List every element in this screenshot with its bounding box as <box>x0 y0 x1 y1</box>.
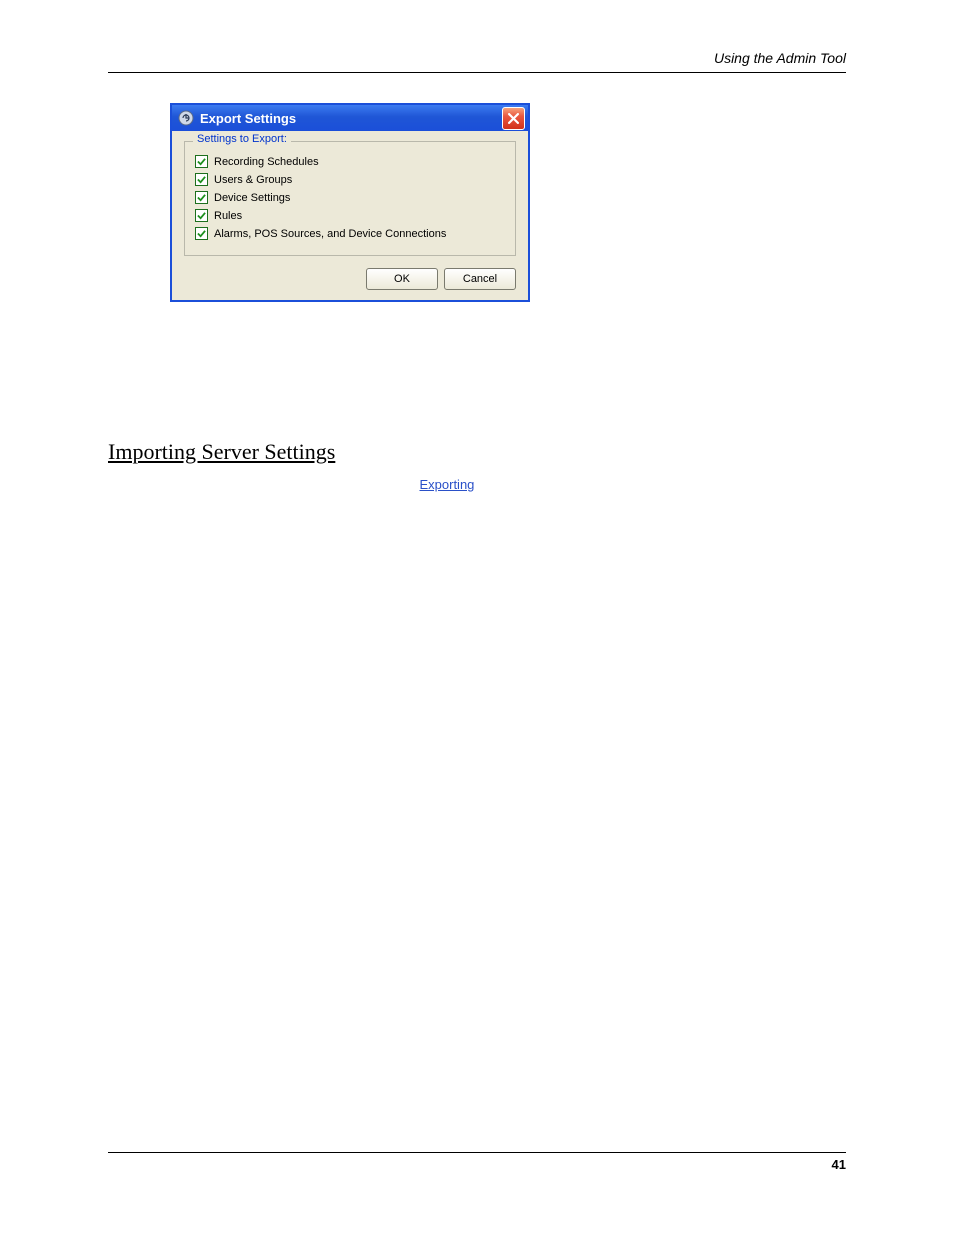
settings-to-export-group: Settings to Export: Recording Schedules … <box>184 141 516 256</box>
import-steps: 1. In the Server Management Setup, selec… <box>108 577 846 661</box>
page-number: 41 <box>108 1157 846 1172</box>
dialog-titlebar: Export Settings <box>172 105 528 131</box>
post-figure-steps: 3. Select the settings you want to expor… <box>108 350 846 399</box>
intro-text-before: Import and use settings that have been e… <box>108 477 419 492</box>
group-legend: Settings to Export: <box>193 133 291 145</box>
checkbox-label: Rules <box>214 210 242 222</box>
ok-button[interactable]: OK <box>366 268 438 290</box>
checkbox-label: Users & Groups <box>214 174 292 186</box>
checkbox-row-device-settings[interactable]: Device Settings <box>195 191 505 204</box>
dialog-button-row: OK Cancel <box>172 262 528 300</box>
section-note: Note: The .avs file must only contain se… <box>108 526 846 565</box>
step-3: 3. Select the settings you want to expor… <box>108 350 846 370</box>
header-section-title: Using the Admin Tool <box>108 50 846 66</box>
step-4: 4. In the Save As dialog box, name and s… <box>108 380 846 400</box>
checkbox-row-rules[interactable]: Rules <box>195 209 505 222</box>
import-step-2: 2. Select Import Settings. <box>108 600 846 615</box>
checkbox-icon <box>195 155 208 168</box>
figure-caption: Figure 25: Export Server Settings <box>170 310 526 326</box>
checkbox-icon <box>195 173 208 186</box>
checkbox-row-alarms-pos-devices[interactable]: Alarms, POS Sources, and Device Connecti… <box>195 227 505 240</box>
import-step-4: 4. Select the settings you want to impor… <box>108 646 846 661</box>
section-intro: Import and use settings that have been e… <box>108 475 846 514</box>
header-rule <box>108 72 846 73</box>
footer-rule <box>108 1152 846 1153</box>
checkbox-row-users-groups[interactable]: Users & Groups <box>195 173 505 186</box>
checkbox-label: Device Settings <box>214 192 290 204</box>
checkbox-label: Recording Schedules <box>214 156 319 168</box>
checkbox-icon <box>195 227 208 240</box>
checkbox-label: Alarms, POS Sources, and Device Connecti… <box>214 228 446 240</box>
checkbox-row-recording-schedules[interactable]: Recording Schedules <box>195 155 505 168</box>
cancel-button[interactable]: Cancel <box>444 268 516 290</box>
import-step-1: 1. In the Server Management Setup, selec… <box>108 577 846 592</box>
section-heading-importing: Importing Server Settings <box>108 439 846 465</box>
export-settings-dialog: Export Settings Settings to Export: Reco… <box>170 103 530 302</box>
import-step-3: 3. In the Select File to Import From dia… <box>108 623 846 638</box>
app-icon <box>178 110 194 126</box>
dialog-title: Export Settings <box>200 111 502 126</box>
exporting-link[interactable]: Exporting <box>419 477 474 492</box>
close-button[interactable] <box>502 107 525 130</box>
checkbox-icon <box>195 191 208 204</box>
checkbox-icon <box>195 209 208 222</box>
